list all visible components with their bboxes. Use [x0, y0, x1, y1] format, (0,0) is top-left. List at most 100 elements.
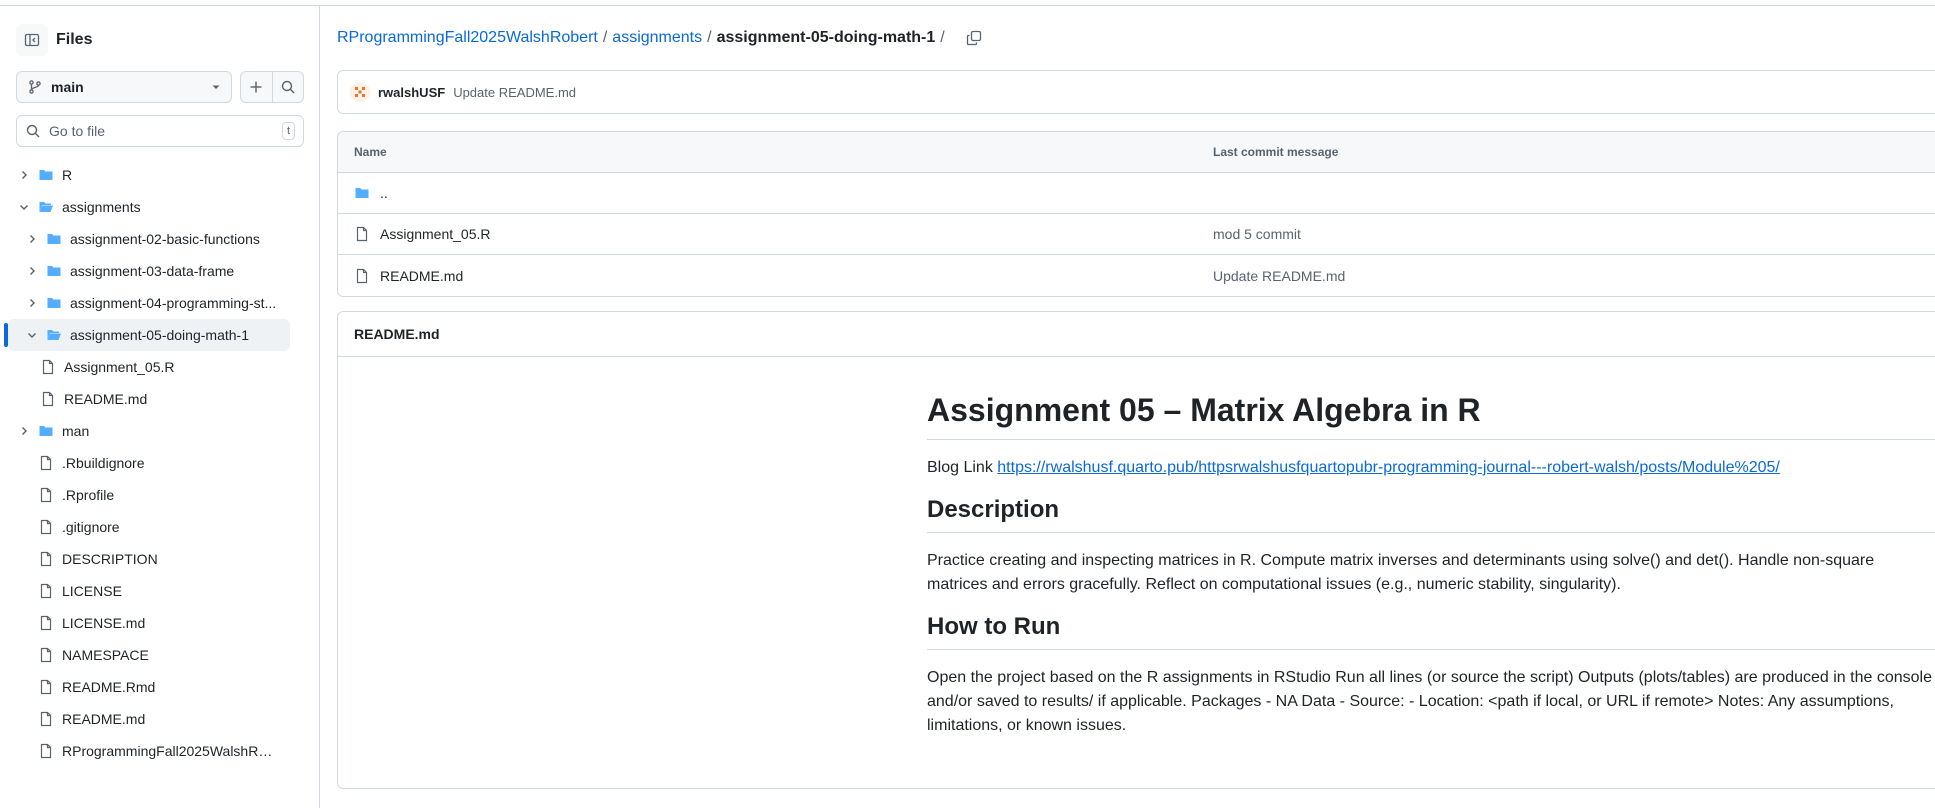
blog-link-paragraph: Blog Link https://rwalshusf.quarto.pub/h… — [927, 456, 1935, 480]
chevron-right-icon[interactable] — [24, 263, 40, 279]
tree-item-label: Assignment_05.R — [64, 359, 175, 375]
tree-folder-item[interactable]: assignment-03-data-frame — [8, 255, 312, 287]
sidebar-collapse-button[interactable] — [16, 24, 48, 56]
readme-panel: README.md Assignment 05 – Matrix Algebra… — [337, 311, 1935, 789]
commit-author[interactable]: rwalshUSF — [378, 85, 445, 100]
file-name-link[interactable]: .. — [380, 185, 388, 201]
breadcrumb: RProgrammingFall2025WalshRobert / assign… — [337, 28, 982, 48]
commit-message[interactable]: Update README.md — [453, 85, 576, 100]
chevron-down-icon[interactable] — [24, 327, 40, 343]
chevron-right-icon[interactable] — [16, 167, 32, 183]
copy-path-button[interactable] — [966, 30, 982, 46]
tree-item-label: .Rprofile — [62, 487, 115, 503]
sidebar-header: Files — [16, 24, 92, 56]
commit-message-cell[interactable]: Update README.md — [1213, 268, 1935, 284]
file-icon — [354, 268, 370, 284]
file-icon — [38, 711, 54, 727]
branch-name: main — [51, 79, 84, 95]
file-icon — [38, 551, 54, 567]
tree-item-label: README.md — [64, 391, 148, 407]
file-name-cell: .. — [338, 185, 1213, 201]
branch-selector[interactable]: main — [16, 71, 232, 103]
folder-icon — [46, 295, 62, 311]
sidebar-title: Files — [56, 31, 93, 48]
file-name-link[interactable]: README.md — [380, 268, 463, 284]
file-icon — [40, 359, 56, 375]
readme-content: Assignment 05 – Matrix Algebra in R Blog… — [927, 392, 1935, 754]
tree-file-item[interactable]: .Rprofile — [8, 479, 312, 511]
file-icon — [40, 391, 56, 407]
column-header-name: Name — [354, 145, 387, 159]
breadcrumb-separator: / — [707, 29, 712, 46]
tree-file-item[interactable]: RProgrammingFall2025WalshRob... — [8, 735, 312, 767]
chevron-down-icon[interactable] — [16, 199, 32, 215]
tree-folder-item[interactable]: assignments — [8, 191, 312, 223]
tree-file-item[interactable]: NAMESPACE — [8, 639, 312, 671]
tree-file-item[interactable]: .Rbuildignore — [8, 447, 312, 479]
tree-file-item[interactable]: LICENSE — [8, 575, 312, 607]
file-name-cell: Assignment_05.R — [338, 226, 1213, 242]
tree-item-label: RProgrammingFall2025WalshRob... — [62, 743, 277, 759]
search-icon — [281, 80, 295, 94]
tree-file-item[interactable]: .gitignore — [8, 511, 312, 543]
go-to-file-input[interactable]: Go to file t — [16, 115, 304, 147]
breadcrumb-repo-link[interactable]: RProgrammingFall2025WalshRobert — [337, 29, 598, 47]
tree-item-label: assignment-05-doing-math-1 — [70, 327, 249, 343]
file-icon — [38, 487, 54, 503]
table-row[interactable]: Assignment_05.R mod 5 commit — [338, 214, 1935, 255]
file-icon — [38, 455, 54, 471]
file-icon — [354, 226, 370, 242]
tree-file-item[interactable]: Assignment_05.R — [8, 351, 312, 383]
table-row[interactable]: README.md Update README.md — [338, 255, 1935, 296]
readme-header[interactable]: README.md — [338, 312, 1935, 357]
tree-file-item[interactable]: README.md — [8, 383, 312, 415]
go-to-file-placeholder: Go to file — [49, 123, 106, 139]
commit-message-cell[interactable]: mod 5 commit — [1213, 226, 1935, 242]
tree-file-item[interactable]: README.Rmd — [8, 671, 312, 703]
tree-item-label: man — [62, 423, 90, 439]
file-tree-sidebar: Files main Go to file t R assignments as… — [0, 6, 320, 808]
tree-item-label: assignment-04-programming-st... — [70, 295, 277, 311]
file-name-link[interactable]: Assignment_05.R — [380, 226, 491, 242]
tree-folder-item[interactable]: man — [8, 415, 312, 447]
avatar[interactable] — [350, 82, 370, 102]
folder-icon — [38, 423, 54, 439]
blog-link[interactable]: https://rwalshusf.quarto.pub/httpsrwalsh… — [997, 459, 1780, 476]
tree-folder-item[interactable]: assignment-04-programming-st... — [8, 287, 312, 319]
latest-commit-bar: rwalshUSF Update README.md — [337, 70, 1935, 114]
file-name-cell: README.md — [338, 268, 1213, 284]
tree-item-label: assignment-03-data-frame — [70, 263, 235, 279]
tree-item-label: .gitignore — [62, 519, 120, 535]
breadcrumb-current: assignment-05-doing-math-1 — [716, 29, 936, 46]
breadcrumb-folder-link[interactable]: assignments — [612, 29, 702, 47]
chevron-right-icon[interactable] — [16, 423, 32, 439]
folder-icon — [354, 185, 370, 201]
tree-folder-item[interactable]: assignment-02-basic-functions — [8, 223, 312, 255]
tree-folder-item[interactable]: assignment-05-doing-math-1 — [4, 319, 290, 351]
tree-actions — [240, 71, 304, 103]
chevron-right-icon[interactable] — [24, 231, 40, 247]
section-text-description: Practice creating and inspecting matrice… — [927, 552, 1875, 593]
tree-folder-item[interactable]: R — [8, 159, 312, 191]
tree-file-item[interactable]: DESCRIPTION — [8, 543, 312, 575]
folder-icon — [38, 167, 54, 183]
tree-file-item[interactable]: README.md — [8, 703, 312, 735]
tree-item-label: .Rbuildignore — [62, 455, 145, 471]
table-row[interactable]: .. — [338, 173, 1935, 214]
chevron-right-icon[interactable] — [24, 295, 40, 311]
search-button[interactable] — [271, 72, 304, 102]
tree-file-item[interactable]: LICENSE.md — [8, 607, 312, 639]
add-file-button[interactable] — [241, 72, 272, 102]
tree-item-label: README.md — [62, 711, 146, 727]
folder-open-icon — [46, 327, 62, 343]
caret-down-icon — [211, 79, 221, 95]
